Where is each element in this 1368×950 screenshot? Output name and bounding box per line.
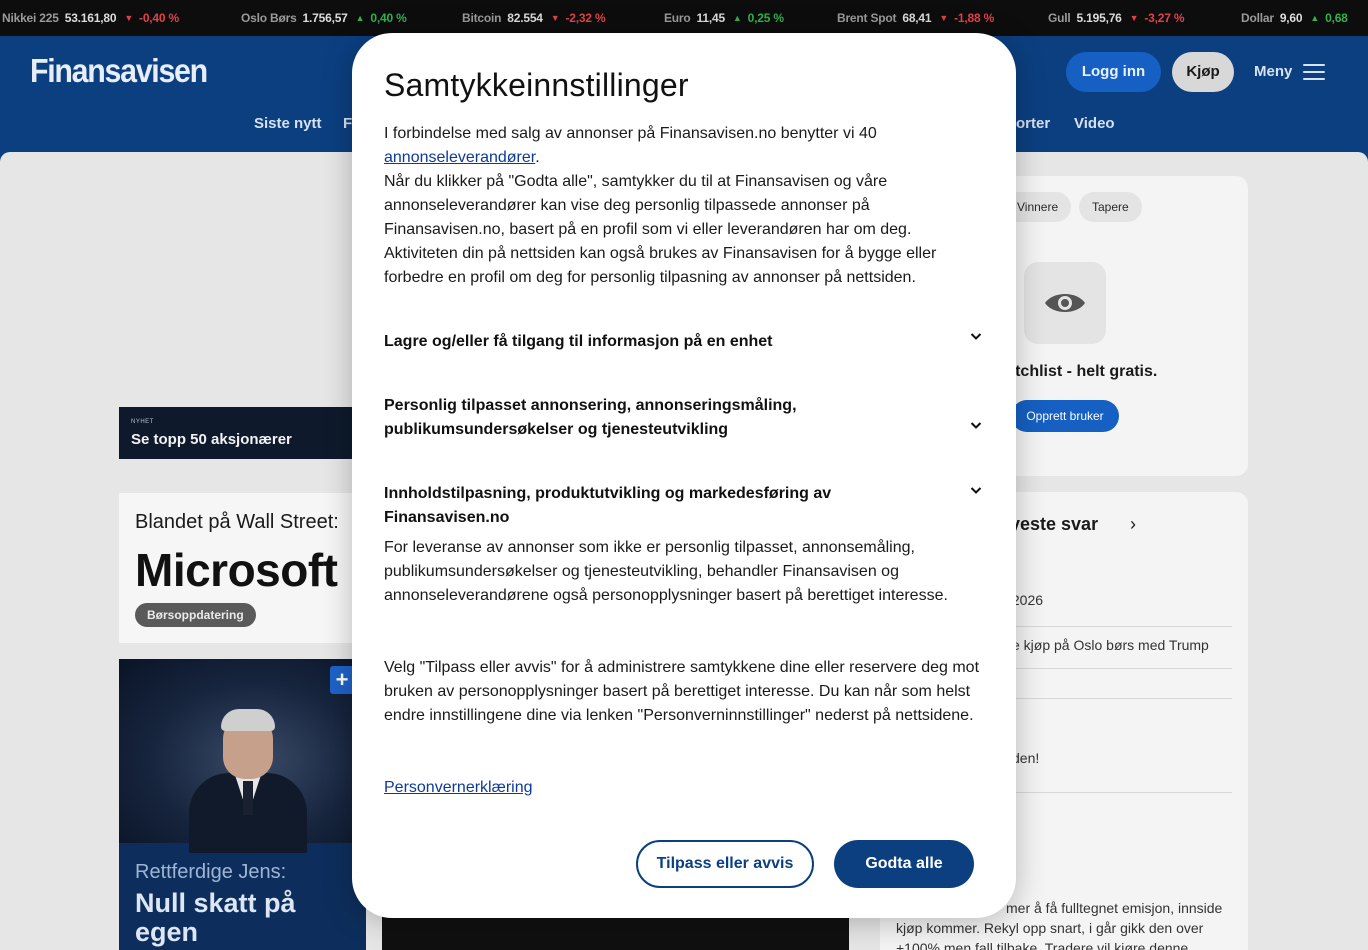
- vendors-link[interactable]: annonseleverandører: [384, 149, 535, 166]
- nav-item-latest[interactable]: Siste nytt: [254, 115, 322, 132]
- eye-icon: [1024, 262, 1106, 344]
- article-kicker: Rettferdige Jens:: [135, 861, 287, 883]
- site-logo[interactable]: Finansavisen: [30, 52, 208, 90]
- article-tag: Børsoppdatering: [135, 603, 256, 627]
- forum-row-text: den!: [1012, 750, 1040, 766]
- nav-item-partial[interactable]: F: [343, 115, 352, 132]
- article-image[interactable]: [382, 916, 849, 950]
- menu-label[interactable]: Meny: [1254, 63, 1292, 80]
- accordion-content[interactable]: Innholdstilpasning, produktutvikling og …: [384, 482, 982, 530]
- ticker-item[interactable]: Dollar 9,60 ▲ 0,68: [1241, 0, 1348, 36]
- ticker-item[interactable]: Euro 11,45 ▲ 0,25 %: [664, 0, 784, 36]
- ticker-item[interactable]: Nikkei 225 53.161,80 ▼ -0,40 %: [2, 0, 179, 36]
- ticker-item[interactable]: Bitcoin 82.554 ▼ -2,32 %: [462, 0, 606, 36]
- chevron-down-icon[interactable]: [970, 330, 982, 342]
- article-title: Microsoft: [135, 544, 338, 596]
- accordion-ads[interactable]: Personlig tilpasset annonsering, annonse…: [384, 394, 982, 442]
- article-image: [119, 659, 366, 853]
- article-kicker: Blandet på Wall Street:: [135, 511, 339, 533]
- modal-intro: I forbindelse med salg av annonser på Fi…: [384, 125, 937, 286]
- accept-all-button[interactable]: Godta alle: [834, 840, 974, 888]
- forum-title[interactable]: yeste svar: [1010, 514, 1098, 535]
- article-card[interactable]: Blandet på Wall Street: Microsoft Børsop…: [119, 493, 369, 643]
- privacy-policy-link[interactable]: Personvernerklæring: [384, 776, 533, 800]
- chip-losers[interactable]: Tapere: [1079, 192, 1142, 222]
- accordion-label: Personlig tilpasset annonsering, annonse…: [384, 397, 797, 438]
- forum-row[interactable]: /2026: [1008, 590, 1232, 627]
- modal-paragraph: For leveranse av annonser som ikke er pe…: [384, 539, 948, 604]
- customize-or-reject-button[interactable]: Tilpass eller avvis: [636, 840, 814, 888]
- nav-item-video[interactable]: Video: [1074, 115, 1115, 132]
- article-card[interactable]: Rettferdige Jens: Null skatt på egen kje…: [119, 659, 366, 950]
- chevron-down-icon[interactable]: [970, 484, 982, 496]
- chevron-down-icon[interactable]: [970, 419, 982, 431]
- buy-button[interactable]: Kjøp: [1172, 52, 1234, 92]
- promo-kicker: NYHET: [131, 419, 154, 425]
- modal-paragraph: Velg "Tilpass eller avvis" for å adminis…: [384, 659, 980, 724]
- plus-badge: +: [330, 666, 354, 694]
- chevron-right-icon[interactable]: ›: [1130, 514, 1136, 535]
- forum-row-text: e kjøp på Oslo børs med Trump: [1012, 637, 1209, 653]
- hamburger-icon[interactable]: [1303, 64, 1325, 80]
- consent-modal: Samtykkeinnstillinger I forbindelse med …: [352, 33, 1016, 918]
- promo-title: Se topp 50 aksjonærer: [131, 431, 292, 448]
- login-button[interactable]: Logg inn: [1066, 52, 1161, 92]
- modal-title: Samtykkeinnstillinger: [384, 67, 689, 103]
- accordion-storage[interactable]: Lagre og/eller få tilgang til informasjo…: [384, 330, 982, 354]
- accordion-label: Innholdstilpasning, produktutvikling og …: [384, 485, 832, 526]
- promo-banner[interactable]: NYHET Se topp 50 aksjonærer: [119, 407, 369, 459]
- nav-item-sports[interactable]: orter: [1016, 115, 1050, 132]
- accordion-label: Lagre og/eller få tilgang til informasjo…: [384, 333, 773, 350]
- ticker-item[interactable]: Gull 5.195,76 ▼ -3,27 %: [1048, 0, 1185, 36]
- ticker-item[interactable]: Oslo Børs 1.756,57 ▲ 0,40 %: [241, 0, 407, 36]
- market-ticker: Nikkei 225 53.161,80 ▼ -0,40 % Oslo Børs 1.7…: [0, 0, 1368, 36]
- ticker-item[interactable]: Brent Spot 68,41 ▼ -1,88 %: [837, 0, 994, 36]
- modal-intro-body: Når du klikker på "Godta alle", samtykke…: [384, 173, 937, 286]
- article-title: Null skatt på egen kjempeformue: [135, 888, 320, 950]
- create-account-button[interactable]: Opprett bruker: [1011, 400, 1119, 432]
